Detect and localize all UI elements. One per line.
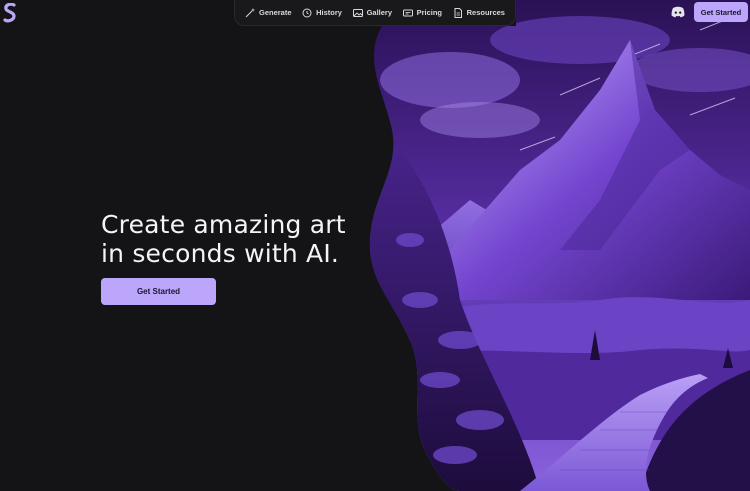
price-tag-icon <box>402 9 413 16</box>
nav-label: Pricing <box>416 8 443 17</box>
document-icon <box>454 7 462 18</box>
nav-item-gallery[interactable]: Gallery <box>352 8 392 18</box>
headline-line-2: in seconds with AI. <box>101 239 340 268</box>
history-icon <box>302 8 312 17</box>
nav-item-resources[interactable]: Resources <box>453 7 505 18</box>
magic-wand-icon <box>245 7 255 17</box>
s-logo-icon[interactable] <box>3 3 17 23</box>
get-started-button-hero[interactable]: Get Started <box>101 278 216 305</box>
image-icon <box>352 8 363 17</box>
nav-item-generate[interactable]: Generate <box>245 7 292 18</box>
nav-label: Resources <box>466 8 505 17</box>
nav-label: History <box>316 8 342 17</box>
nav-label: Generate <box>259 8 292 17</box>
headline-line-1: Create amazing art <box>101 210 346 239</box>
hero-headline: Create amazing art in seconds with AI. <box>101 210 361 268</box>
nav-item-history[interactable]: History <box>302 8 342 18</box>
nav-label: Gallery <box>366 8 392 17</box>
discord-icon[interactable] <box>671 6 685 18</box>
nav-item-pricing[interactable]: Pricing <box>402 8 443 18</box>
top-nav: Generate History Gallery Pricing Resourc… <box>234 0 516 26</box>
get-started-button-header[interactable]: Get Started <box>694 2 748 22</box>
